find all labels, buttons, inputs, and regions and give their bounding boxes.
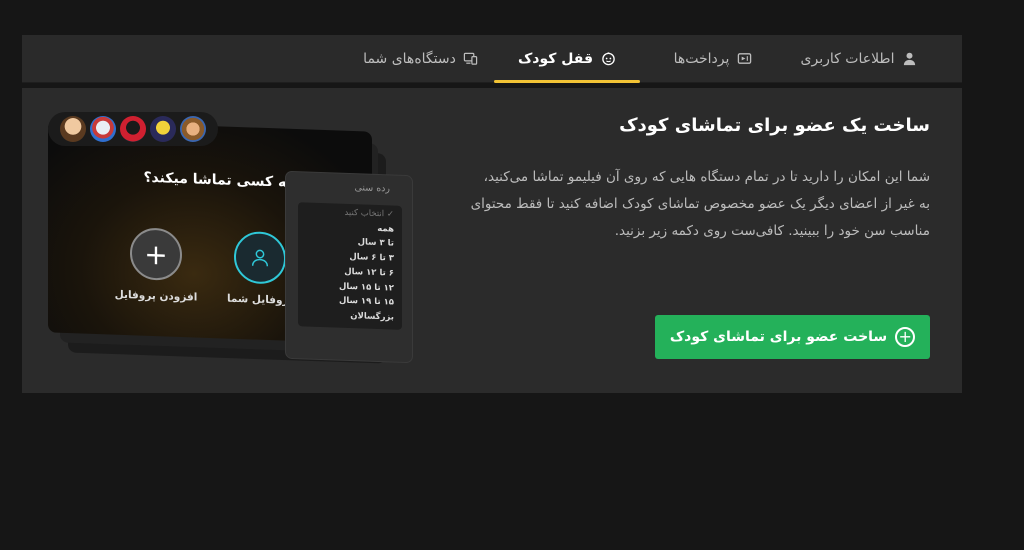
character-avatar xyxy=(90,116,116,142)
age-rating-title: رده سنی xyxy=(354,182,390,195)
child-lock-panel: ساخت یک عضو برای تماشای کودک شما این امک… xyxy=(22,88,962,393)
add-profile-circle: + xyxy=(130,227,182,282)
tab-payments[interactable]: پرداخت‌ها xyxy=(640,35,786,82)
tab-label: پرداخت‌ها xyxy=(673,50,730,67)
tab-label: قفل کودک xyxy=(517,50,594,67)
create-kid-profile-button[interactable]: + ساخت عضو برای تماشای کودک xyxy=(655,315,930,359)
section-title: ساخت یک عضو برای تماشای کودک xyxy=(619,115,930,136)
character-avatar xyxy=(120,116,146,142)
character-avatar xyxy=(150,116,176,142)
tab-devices[interactable]: دستگاه‌های شما xyxy=(348,35,494,82)
age-rating-options: ✓ انتخاب کنید همه تا ۳ سال ۳ تا ۶ سال ۶ … xyxy=(298,202,402,330)
your-profile-circle xyxy=(234,230,286,285)
account-settings: اطلاعات کاربری پرداخت‌ها قفل کودک دستگاه… xyxy=(22,35,962,393)
button-label: ساخت عضو برای تماشای کودک xyxy=(669,329,888,345)
tab-bar: اطلاعات کاربری پرداخت‌ها قفل کودک دستگاه… xyxy=(22,35,962,83)
profile-illustration: چه کسی تماشا میکند؟ + افزودن پروفایل پرو… xyxy=(48,112,428,386)
character-avatars xyxy=(48,112,218,146)
devices-icon xyxy=(463,51,479,67)
tab-user-info[interactable]: اطلاعات کاربری xyxy=(786,35,932,82)
check-icon: ✓ xyxy=(384,209,394,220)
tab-child-lock[interactable]: قفل کودک xyxy=(494,35,640,83)
user-icon xyxy=(901,51,917,67)
plus-icon: + xyxy=(144,237,168,272)
plus-circle-icon: + xyxy=(895,327,916,347)
child-face-icon xyxy=(600,51,616,67)
section-description: شما این امکان را دارید تا در تمام دستگاه… xyxy=(470,169,930,239)
who-is-watching-title: چه کسی تماشا میکند؟ xyxy=(143,169,297,192)
age-rating-dropdown: رده سنی ✓ انتخاب کنید همه تا ۳ سال ۳ تا … xyxy=(286,171,412,363)
payment-icon xyxy=(736,51,752,67)
character-avatar xyxy=(180,116,206,142)
tab-label: اطلاعات کاربری xyxy=(800,50,895,67)
info-text: ساخت یک عضو برای تماشای کودک شما این امک… xyxy=(470,114,930,245)
user-outline-icon xyxy=(251,249,269,267)
tab-label: دستگاه‌های شما xyxy=(363,50,456,67)
age-option: بزرگسالان xyxy=(350,310,394,323)
add-profile-label: افزودن پروفایل xyxy=(114,288,198,304)
character-avatar xyxy=(60,116,86,142)
